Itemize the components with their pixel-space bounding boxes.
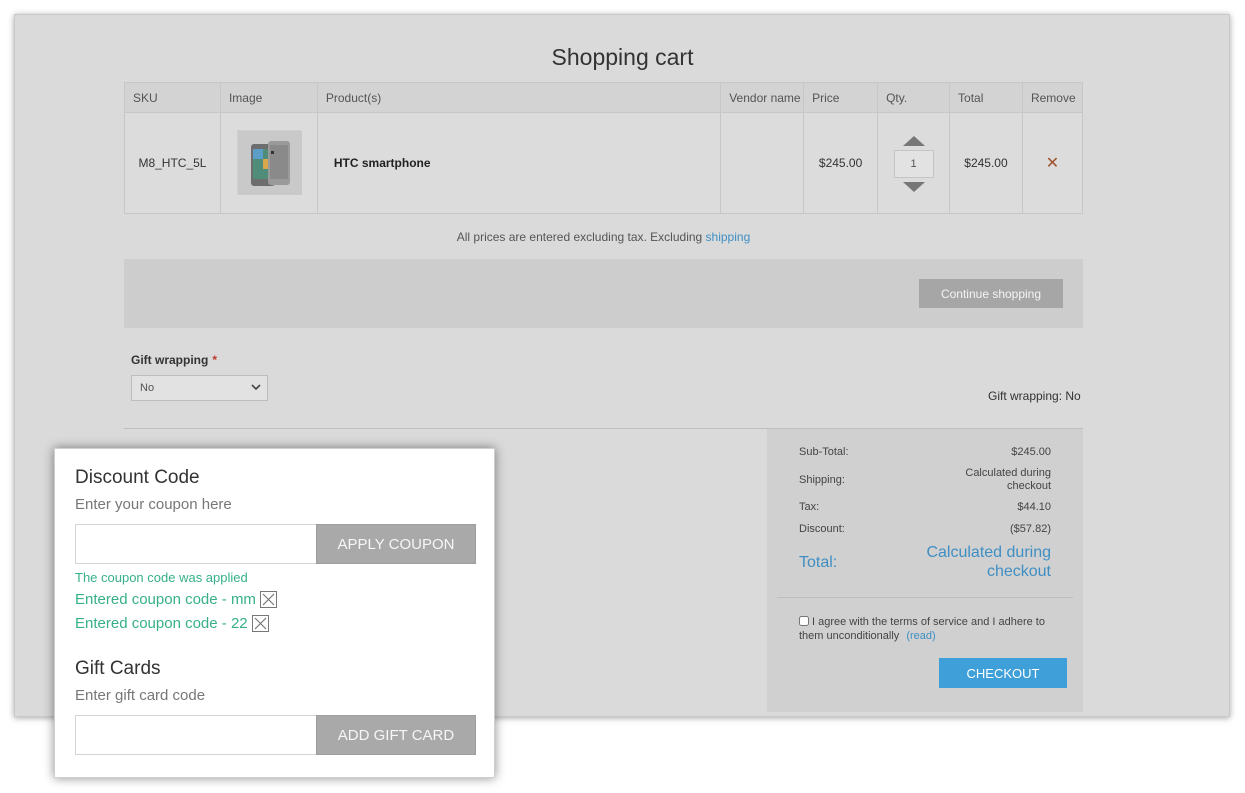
discount-row: Discount: ($57.82) [799,523,1051,537]
discount-value: ($57.82) [1010,523,1051,535]
subtotal-row: Sub-Total: $245.00 [799,446,1051,460]
discount-label: Discount: [799,523,845,535]
total-row: Total: Calculated during checkout [799,544,1051,582]
column-header-image: Image [219,82,318,113]
shipping-row: Shipping: Calculated during checkout [799,467,1051,495]
coupon-code-input[interactable] [75,524,317,564]
qty-increase-button[interactable] [902,135,925,146]
gift-wrapping-selected-value: No [140,382,155,394]
subtotal-value: $245.00 [1011,446,1051,458]
discount-giftcard-callout: Discount Code Enter your coupon here APP… [54,448,495,778]
cell-product-name: HTC smartphone [316,112,722,214]
required-mark: * [212,353,217,367]
total-label: Total: [799,554,838,571]
gift-card-code-input[interactable] [75,715,317,755]
shipping-label: Shipping: [799,474,845,486]
gift-cards-heading: Gift Cards [75,658,161,679]
gift-wrapping-status: Gift wrapping: No [988,389,1081,403]
remove-item-icon[interactable]: ✕ [1046,155,1059,172]
subtotal-label: Sub-Total: [799,446,849,458]
chevron-down-icon [251,383,261,394]
tax-note: All prices are entered excluding tax. Ex… [124,230,1083,244]
cell-vendor [720,112,805,214]
page-title: Shopping cart [551,44,694,70]
cell-total: $245.00 [949,112,1023,214]
checkout-button[interactable]: CHECKOUT [939,658,1067,688]
continue-bar: Continue shopping [124,259,1083,328]
totals-divider [777,597,1073,598]
shipping-value-line2: checkout [1006,480,1051,492]
qty-decrease-button[interactable] [902,181,925,192]
discount-code-heading: Discount Code [75,467,200,488]
column-header-sku: SKU [124,82,221,113]
applied-coupon-label: Entered coupon code - mm [75,591,256,608]
applied-coupon-item: Entered coupon code - 22 [75,615,269,632]
column-header-product: Product(s) [316,82,722,113]
gift-cards-subheading: Enter gift card code [75,687,206,704]
table-header-row: SKU Image Product(s) Vendor name Price Q… [124,82,1084,113]
shipping-link[interactable]: shipping [706,230,751,244]
terms-checkbox[interactable] [799,616,809,626]
tax-label: Tax: [799,501,820,513]
table-row: M8_HTC_5L HTC smartphone $245.00 1 $245.… [124,112,1084,214]
column-header-total: Total [949,82,1023,113]
cell-remove: ✕ [1021,112,1084,214]
cell-image [219,112,318,214]
applied-coupon-item: Entered coupon code - mm [75,591,277,608]
cell-qty [877,112,951,214]
terms-agreement: I agree with the terms of service and I … [799,615,1059,643]
total-value-line2: checkout [986,563,1051,580]
tax-row: Tax: $44.10 [799,501,1051,515]
applied-coupon-label: Entered coupon code - 22 [75,615,248,632]
qty-input[interactable] [893,149,934,178]
discount-code-subheading: Enter your coupon here [75,496,232,513]
cell-sku: M8_HTC_5L [124,112,221,214]
remove-coupon-icon[interactable] [259,591,277,608]
continue-shopping-button[interactable]: Continue shopping [919,279,1063,308]
column-header-remove: Remove [1021,82,1084,113]
remove-coupon-icon[interactable] [251,615,269,632]
product-link[interactable]: HTC smartphone [334,156,431,170]
product-image[interactable] [236,129,302,195]
cell-price: $245.00 [803,112,879,214]
order-totals-panel: Sub-Total: $245.00 Shipping: Calculated … [767,429,1083,712]
terms-read-link[interactable]: (read) [906,630,935,642]
add-gift-card-button[interactable]: ADD GIFT CARD [316,715,476,755]
gift-wrapping-label-text: Gift wrapping [131,353,209,367]
column-header-qty: Qty. [877,82,951,113]
tax-value: $44.10 [1017,501,1051,513]
tax-note-text: All prices are entered excluding tax. Ex… [456,230,703,244]
column-header-vendor: Vendor name [720,82,805,113]
shipping-value-line1: Calculated during [965,467,1051,479]
gift-wrapping-select[interactable]: No [131,375,268,401]
total-value-line1: Calculated during [926,544,1051,561]
cart-table: SKU Image Product(s) Vendor name Price Q… [124,82,1084,214]
column-header-price: Price [803,82,879,113]
apply-coupon-button[interactable]: APPLY COUPON [316,524,476,564]
gift-wrapping-label: Gift wrapping * [131,353,217,367]
coupon-applied-message: The coupon code was applied [75,570,248,585]
